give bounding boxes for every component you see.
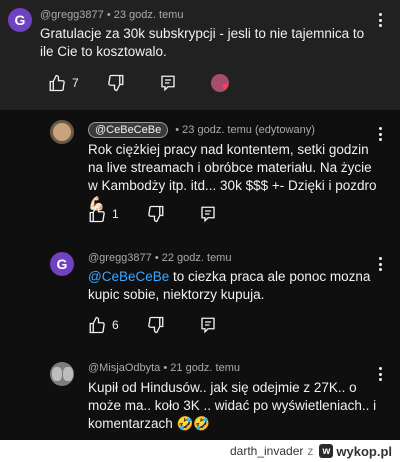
- dislike-button[interactable]: [147, 316, 165, 334]
- footer-site: wykop.pl: [336, 443, 392, 459]
- like-button[interactable]: 7: [48, 74, 79, 92]
- reply-button[interactable]: [199, 316, 217, 334]
- comment-meta: @MisjaOdbyta • 21 godz. temu: [88, 362, 240, 374]
- reply-icon: [201, 206, 215, 223]
- heart-icon: ♥: [221, 81, 229, 93]
- comment-author[interactable]: @gregg3877: [40, 9, 104, 21]
- watermark-bar: darth_invader z w wykop.pl: [0, 440, 400, 462]
- like-button[interactable]: 6: [88, 316, 119, 334]
- comment-meta: @gregg3877 • 22 godz. temu: [88, 252, 231, 264]
- reply-button[interactable]: [199, 205, 217, 223]
- reply-button[interactable]: [159, 74, 177, 92]
- avatar[interactable]: G: [8, 8, 32, 32]
- like-count: 1: [112, 207, 119, 221]
- footer-separator: z: [307, 444, 314, 458]
- thumb-down-icon: [147, 316, 164, 334]
- thumb-up-icon: [89, 316, 105, 334]
- thumb-up-icon: [49, 74, 65, 92]
- reply-icon: [201, 317, 215, 334]
- like-count: 6: [112, 318, 119, 332]
- comment-text: Kupił od Hindusów.. jak się odejmie z 27…: [88, 380, 377, 431]
- reply-icon: [161, 75, 175, 92]
- avatar[interactable]: [50, 362, 74, 386]
- wykop-logo: w wykop.pl: [319, 444, 392, 459]
- comment-actions: 6: [88, 316, 217, 334]
- dislike-button[interactable]: [107, 74, 125, 92]
- comment-actions: 1: [88, 205, 217, 223]
- comment-meta: @gregg3877 • 23 godz. temu: [40, 9, 183, 21]
- like-button[interactable]: 1: [88, 205, 119, 223]
- comment-author[interactable]: @CeBeCeBe: [88, 122, 169, 138]
- creator-heart: ♥: [210, 74, 229, 93]
- mention-link[interactable]: @CeBeCeBe: [88, 269, 169, 284]
- thumb-down-icon: [147, 205, 164, 223]
- comment-time: • 23 godz. temu: [106, 9, 184, 21]
- comment-meta: @CeBeCeBe • 23 godz. temu (edytowany): [88, 122, 315, 138]
- comment-time: • 22 godz. temu: [154, 252, 232, 264]
- footer-username: darth_invader: [229, 444, 304, 458]
- like-count: 7: [72, 76, 79, 90]
- comment-time: • 23 godz. temu (edytowany): [175, 124, 315, 136]
- avatar[interactable]: [50, 120, 74, 144]
- avatar[interactable]: G: [50, 252, 74, 276]
- comment-author[interactable]: @gregg3877: [88, 252, 152, 264]
- thumb-down-icon: [107, 74, 124, 92]
- comment-author[interactable]: @MisjaOdbyta: [88, 362, 160, 374]
- comment-time: • 21 godz. temu: [163, 362, 240, 374]
- comment-actions: 7 ♥: [48, 74, 229, 93]
- comment-text: Rok ciężkiej pracy nad kontentem, setki …: [88, 142, 377, 211]
- comment-text: @CeBeCeBe to ciezka praca ale ponoc mozn…: [88, 268, 378, 304]
- dislike-button[interactable]: [147, 205, 165, 223]
- thumb-up-icon: [89, 205, 105, 223]
- wykop-logo-icon: w: [319, 444, 334, 458]
- comment-text: Gratulacje za 30k subskrypcji - jesli to…: [40, 26, 365, 59]
